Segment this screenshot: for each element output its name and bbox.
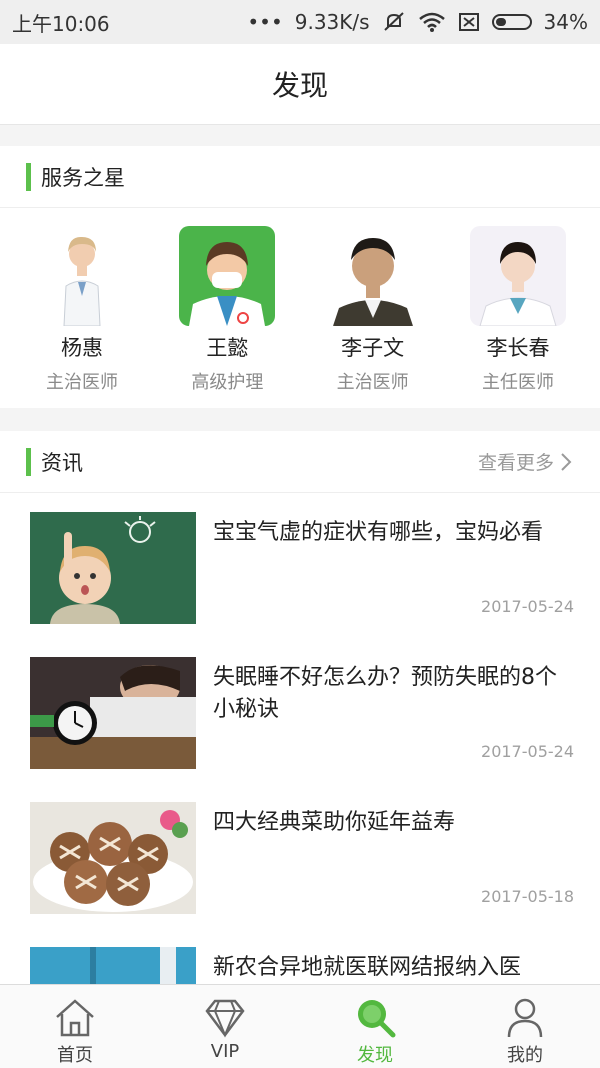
doctor-name: 王懿 bbox=[206, 336, 249, 360]
section-header: 服务之星 bbox=[0, 146, 600, 208]
news-date: 2017-05-24 bbox=[481, 742, 574, 761]
tab-label: VIP bbox=[210, 1041, 240, 1062]
news-thumbnail bbox=[30, 657, 196, 769]
news-title: 宝宝气虚的症状有哪些，宝妈必看 bbox=[213, 520, 544, 545]
bottom-tab-bar: 首页 VIP 发现 我的 bbox=[0, 984, 600, 1068]
section-title: 资讯 bbox=[41, 450, 83, 475]
app-header: 发现 bbox=[0, 44, 600, 125]
tab-home[interactable]: 首页 bbox=[0, 985, 150, 1068]
wifi-icon bbox=[418, 12, 445, 32]
doctor-title: 主治医师 bbox=[46, 372, 118, 393]
doctor-card[interactable]: 李长春 主任医师 bbox=[469, 226, 566, 394]
more-dots-icon: ••• bbox=[247, 10, 283, 34]
user-icon bbox=[507, 998, 543, 1038]
news-thumbnail bbox=[30, 802, 196, 914]
section-header: 资讯 查看更多 bbox=[0, 431, 600, 493]
doctor-card[interactable]: 杨惠 主治医师 bbox=[34, 226, 130, 394]
doctor-avatar bbox=[34, 226, 130, 326]
diamond-icon bbox=[205, 999, 245, 1038]
network-speed: 9.33K/s bbox=[294, 10, 370, 34]
chevron-right-icon bbox=[561, 452, 572, 471]
doctor-name: 李长春 bbox=[486, 336, 550, 360]
battery-percent: 34% bbox=[543, 10, 588, 34]
doctor-name: 李子文 bbox=[341, 336, 405, 360]
doctor-list: 杨惠 主治医师 王懿 高级护理 李子文 主治医师 李长春 主任医师 bbox=[0, 208, 600, 394]
tab-label: 我的 bbox=[507, 1045, 543, 1066]
news-item[interactable]: 四大经典菜助你延年益寿 2017-05-18 bbox=[0, 787, 600, 932]
doctor-title: 高级护理 bbox=[191, 372, 264, 393]
doctor-name: 杨惠 bbox=[61, 336, 103, 360]
status-bar: 上午10:06 ••• 9.33K/s 34% bbox=[0, 0, 600, 44]
section-accent-bar bbox=[26, 447, 31, 476]
mute-icon bbox=[383, 12, 404, 31]
doctor-title: 主治医师 bbox=[336, 372, 409, 393]
service-stars-section: 服务之星 杨惠 主治医师 王懿 高级护理 李子文 主治医师 李长春 主任医师 bbox=[0, 146, 600, 408]
search-icon bbox=[358, 1000, 396, 1038]
doctor-card[interactable]: 李子文 主治医师 bbox=[324, 226, 421, 394]
news-thumbnail bbox=[30, 512, 196, 624]
tab-label: 首页 bbox=[57, 1045, 93, 1066]
see-more-label: 查看更多 bbox=[477, 452, 554, 474]
page-title: 发现 bbox=[271, 69, 328, 102]
news-date: 2017-05-18 bbox=[481, 887, 574, 906]
tab-label: 发现 bbox=[357, 1045, 393, 1066]
section-accent-bar bbox=[26, 162, 31, 191]
battery-icon bbox=[491, 14, 532, 30]
doctor-title: 主任医师 bbox=[481, 372, 554, 393]
tab-discover[interactable]: 发现 bbox=[300, 985, 450, 1068]
news-section: 资讯 查看更多 宝宝气虚的症状有哪些，宝妈必看 2017-05-24 失眠睡不好… bbox=[0, 431, 600, 984]
doctor-avatar bbox=[179, 226, 276, 326]
news-item[interactable]: 新农合异地就医联网结报纳入医 bbox=[0, 932, 600, 984]
news-title: 失眠睡不好怎么办？预防失眠的8个小秘诀 bbox=[213, 665, 557, 722]
doctor-card[interactable]: 王懿 高级护理 bbox=[179, 226, 276, 394]
news-title: 新农合异地就医联网结报纳入医 bbox=[213, 955, 522, 980]
doctor-avatar bbox=[324, 226, 421, 326]
news-thumbnail bbox=[30, 947, 196, 984]
tab-vip[interactable]: VIP bbox=[150, 985, 300, 1068]
news-item[interactable]: 失眠睡不好怎么办？预防失眠的8个小秘诀 2017-05-24 bbox=[0, 642, 600, 787]
news-title: 四大经典菜助你延年益寿 bbox=[213, 810, 456, 835]
news-date: 2017-05-24 bbox=[481, 597, 574, 616]
no-sim-icon bbox=[458, 13, 479, 31]
doctor-avatar bbox=[469, 226, 566, 326]
tab-profile[interactable]: 我的 bbox=[450, 985, 600, 1068]
home-icon bbox=[56, 999, 94, 1037]
section-title: 服务之星 bbox=[41, 165, 125, 190]
see-more-link[interactable]: 查看更多 bbox=[478, 448, 572, 475]
status-time: 上午10:06 bbox=[12, 11, 110, 36]
news-item[interactable]: 宝宝气虚的症状有哪些，宝妈必看 2017-05-24 bbox=[0, 497, 600, 642]
